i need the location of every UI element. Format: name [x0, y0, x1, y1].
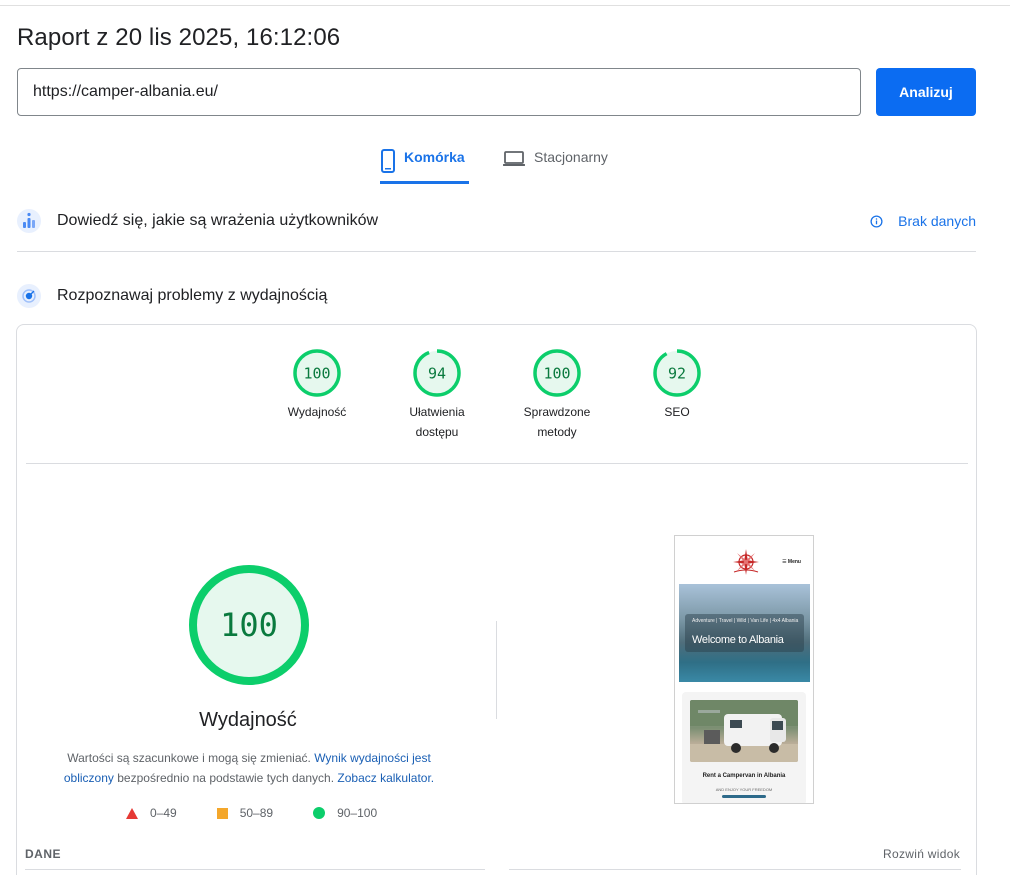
screenshot-header: ☰ Menu: [675, 536, 813, 584]
no-data-label: Brak danych: [898, 213, 976, 229]
card-divider: [26, 463, 968, 464]
gauge-ring: 100: [293, 349, 341, 397]
legend-item-fail: 0–49: [126, 806, 177, 820]
van-photo: [690, 700, 798, 762]
laptop-icon: [502, 149, 526, 169]
performance-description: Wartości są szacunkowe i mogą się zmieni…: [46, 748, 452, 788]
card-subtitle: AND ENJOY YOUR FREEDOM: [715, 787, 773, 792]
gauge-ring: 100: [533, 349, 581, 397]
van-image-icon: [690, 700, 798, 762]
desc-text-2: bezpośrednio na podstawie tych danych.: [117, 771, 335, 785]
circle-icon: [313, 807, 326, 819]
analyze-button[interactable]: Analizuj: [876, 68, 976, 116]
screenshot-card: Rent a Campervan in Albania AND ENJOY YO…: [682, 692, 806, 803]
score-value: 100: [543, 365, 570, 383]
lab-data-title: Rozpoznawaj problemy z wydajnością: [57, 287, 328, 304]
legend-range: 0–49: [150, 806, 177, 820]
lab-data-section: Rozpoznawaj problemy z wydajnością: [17, 281, 976, 311]
data-section-label: DANE: [25, 847, 62, 861]
tab-mobile-label: Komórka: [404, 149, 465, 165]
legend-range: 90–100: [337, 806, 378, 820]
bottom-divider-right: [509, 869, 961, 870]
performance-score: 100: [220, 606, 278, 644]
gauge-ring: 92: [653, 349, 701, 397]
user-experience-icon: [17, 209, 41, 233]
score-value: 94: [428, 365, 446, 383]
lighthouse-icon: [17, 284, 41, 308]
section-divider: [17, 251, 976, 252]
report-title: Raport z 20 lis 2025, 16:12:06: [17, 24, 341, 51]
hero-heading: Welcome to Albania: [692, 634, 784, 646]
device-tabs: Komórka Stacjonarny: [0, 140, 1010, 184]
hero-tagline: Adventure | Travel | Wild | Van Life | 4…: [692, 618, 799, 624]
performance-title: Wydajność: [199, 709, 297, 731]
screenshot-menu: ☰ Menu: [782, 559, 801, 565]
compass-logo-icon: [733, 549, 759, 575]
triangle-icon: [126, 807, 138, 819]
legend-range: 50–89: [239, 806, 274, 820]
vertical-divider: [496, 621, 497, 719]
score-legend: 0–49 50–89 90–100: [126, 806, 417, 820]
score-label: Wydajność: [287, 405, 347, 419]
page-screenshot-thumbnail[interactable]: ☰ Menu Adventure | Travel | Wild | Van L…: [674, 535, 814, 804]
card-title: Rent a Campervan in Albania: [702, 773, 786, 779]
calculator-link[interactable]: Zobacz kalkulator.: [337, 771, 434, 785]
expand-view-link[interactable]: Rozwiń widok: [883, 847, 960, 861]
top-divider: [0, 5, 1010, 6]
screenshot-hero: Adventure | Travel | Wild | Van Life | 4…: [679, 584, 810, 682]
legend-item-average: 50–89: [216, 806, 274, 820]
tab-mobile[interactable]: Komórka: [380, 140, 469, 184]
tab-desktop[interactable]: Stacjonarny: [502, 140, 622, 184]
url-input[interactable]: https://camper-albania.eu/: [17, 68, 861, 116]
legend-item-pass: 90–100: [313, 806, 377, 820]
field-data-title: Dowiedź się, jakie są wrażenia użytkowni…: [57, 212, 379, 229]
info-icon: [870, 214, 883, 228]
score-label: SEO: [664, 405, 690, 419]
no-data-link[interactable]: Brak danych: [870, 213, 976, 229]
score-gauge-performance[interactable]: 100 Wydajność: [272, 348, 362, 422]
score-gauge-accessibility[interactable]: 94 Ułatwienia dostępu: [392, 348, 482, 442]
field-data-section: Dowiedź się, jakie są wrażenia użytkowni…: [17, 206, 976, 236]
desc-text-1: Wartości są szacunkowe i mogą się zmieni…: [67, 751, 311, 765]
score-gauge-seo[interactable]: 92 SEO: [632, 348, 722, 422]
score-gauge-best-practices[interactable]: 100 Sprawdzone metody: [512, 348, 602, 442]
smartphone-icon: [380, 149, 396, 173]
square-icon: [216, 807, 228, 819]
bottom-divider-left: [25, 869, 485, 870]
score-value: 100: [303, 365, 330, 383]
tab-desktop-label: Stacjonarny: [534, 149, 608, 165]
lighthouse-card: [16, 324, 977, 875]
score-label-line2: dostępu: [415, 425, 459, 439]
score-label: Ułatwienia: [409, 405, 465, 419]
card-button: [722, 795, 766, 798]
gauge-ring: 94: [413, 349, 461, 397]
score-label-line2: metody: [537, 425, 577, 439]
performance-gauge-large: 100: [189, 565, 309, 685]
score-label: Sprawdzone: [523, 405, 591, 419]
score-value: 92: [668, 365, 686, 383]
